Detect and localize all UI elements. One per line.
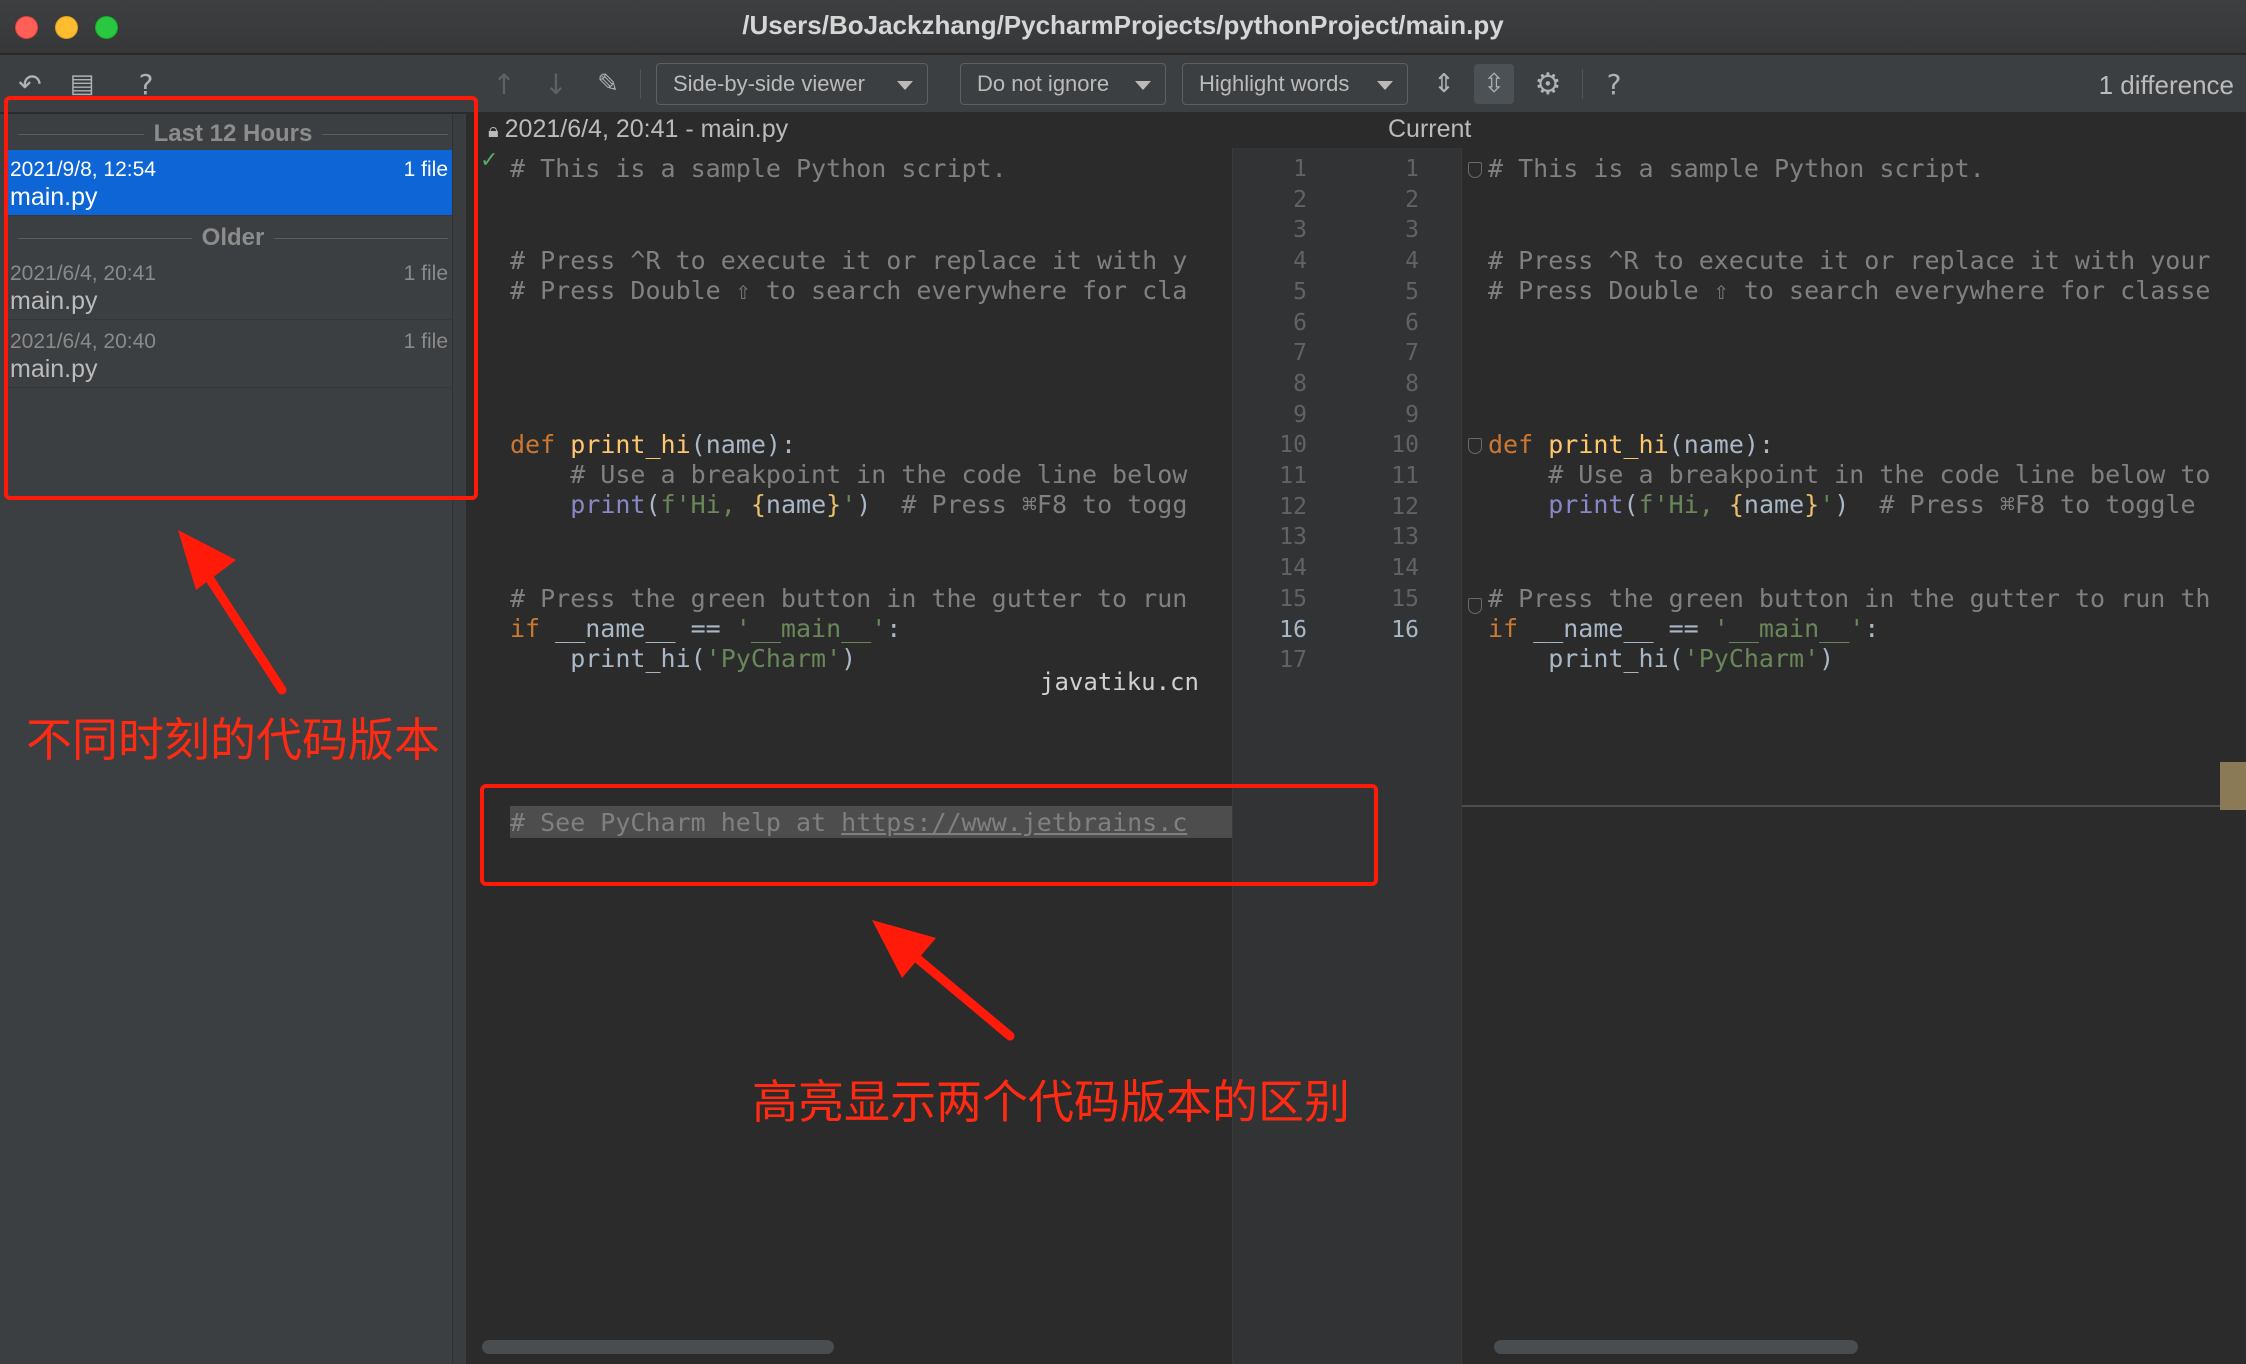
left-line-number: 15: [1279, 585, 1307, 612]
collapse-icon[interactable]: ⇕: [1424, 64, 1464, 104]
left-editor-pane[interactable]: ✓ # This is a sample Python script. # Pr…: [474, 148, 1232, 1364]
next-diff-icon[interactable]: ↓: [536, 64, 576, 104]
chevron-down-icon: [1377, 81, 1393, 90]
right-line-number: 1: [1405, 156, 1419, 182]
left-line-number: 3: [1293, 217, 1307, 244]
inserted-line-marker: [1462, 805, 2246, 807]
code-line-8: # Use a breakpoint in the code line belo…: [1488, 460, 2211, 489]
right-line-number: 7: [1405, 340, 1419, 367]
left-line-number: 5: [1293, 278, 1307, 305]
toolbar-separator: [1582, 69, 1583, 99]
chevron-down-icon: [1135, 81, 1151, 90]
chevron-down-icon: [897, 81, 913, 90]
left-line-number: 12: [1279, 493, 1307, 520]
left-line-number: 6: [1293, 309, 1307, 336]
code-line-12: # Press the green button in the gutter t…: [510, 584, 1188, 613]
diff-annotation-box: [480, 784, 1378, 886]
right-line-number: 9: [1405, 401, 1419, 428]
ignore-mode-label: Do not ignore: [977, 71, 1110, 96]
right-line-number: 6: [1405, 309, 1419, 336]
right-line-number: 16: [1391, 616, 1419, 643]
diff-annotation-text: 高亮显示两个代码版本的区别: [752, 1075, 1350, 1129]
left-line-number: 7: [1293, 340, 1307, 367]
code-line-14: print_hi('PyCharm'): [510, 644, 857, 673]
left-pane-title: 🔒︎ 2021/6/4, 20:41 - main.py: [488, 115, 789, 143]
window-title: /Users/BoJackzhang/PycharmProjects/pytho…: [742, 10, 1504, 40]
sync-scroll-icon[interactable]: ⇳: [1474, 64, 1514, 104]
viewer-mode-dropdown[interactable]: Side-by-side viewer: [656, 63, 928, 105]
right-line-number: 8: [1405, 370, 1419, 397]
highlight-mode-label: Highlight words: [1199, 71, 1350, 96]
left-line-number: 10: [1279, 432, 1307, 459]
right-line-number: 10: [1391, 432, 1419, 459]
right-line-number: 15: [1391, 585, 1419, 612]
left-line-number: 14: [1279, 555, 1307, 582]
left-line-number: 13: [1279, 524, 1307, 551]
highlight-mode-dropdown[interactable]: Highlight words: [1182, 63, 1408, 105]
code-line-12: # Press the green button in the gutter t…: [1488, 584, 2211, 613]
code-line-1: # This is a sample Python script.: [1488, 154, 1985, 183]
lock-icon: 🔒︎: [488, 118, 499, 142]
right-horizontal-scrollbar[interactable]: [1494, 1340, 1858, 1354]
edit-icon[interactable]: ✎: [588, 64, 628, 104]
code-line-14: print_hi('PyCharm'): [1488, 644, 1835, 673]
code-line-9: print(f'Hi, {name}') # Press ⌘F8 to togg…: [1548, 490, 2196, 519]
right-line-number: 2: [1405, 186, 1419, 213]
code-line-3: # Press ^R to execute it or replace it w…: [1488, 246, 2211, 275]
watermark: javatiku.cn: [1040, 668, 1199, 696]
viewer-mode-label: Side-by-side viewer: [673, 71, 865, 96]
left-horizontal-scrollbar[interactable]: [482, 1340, 834, 1354]
code-line-13: if __name__ == '__main__':: [1488, 614, 1880, 643]
left-line-number: 11: [1279, 463, 1307, 489]
fold-marker-icon[interactable]: [1468, 162, 1482, 178]
left-line-number: 17: [1279, 647, 1307, 674]
diff-header: 🔒︎ 2021/6/4, 20:41 - main.py Current: [474, 114, 2246, 147]
code-line-4: # Press Double ⇧ to search everywhere fo…: [1488, 276, 2211, 305]
difference-count: 1 difference: [2098, 70, 2234, 100]
right-line-number: 13: [1391, 524, 1419, 551]
left-line-number: 8: [1293, 370, 1307, 397]
diff-scroll-marker[interactable]: [2220, 762, 2246, 810]
left-line-number: 9: [1293, 401, 1307, 428]
code-line-8: # Use a breakpoint in the code line belo…: [510, 460, 1188, 489]
right-line-number: 4: [1405, 248, 1419, 275]
code-line-3: # Press ^R to execute it or replace it w…: [510, 246, 1188, 275]
left-line-number: 1: [1293, 156, 1307, 182]
right-editor-pane[interactable]: # This is a sample Python script. # Pres…: [1462, 148, 2246, 1364]
code-line-7: def print_hi(name):: [510, 430, 796, 459]
right-line-number: 11: [1391, 463, 1419, 489]
right-line-number: 14: [1391, 555, 1419, 582]
code-line-1: # This is a sample Python script.: [510, 154, 1007, 183]
left-line-number: 4: [1293, 248, 1307, 275]
toolbar-separator: [640, 69, 641, 99]
prev-diff-icon[interactable]: ↑: [484, 64, 524, 104]
ignore-mode-dropdown[interactable]: Do not ignore: [960, 63, 1166, 105]
right-pane-title: Current: [1388, 115, 1472, 143]
left-line-number: 16: [1279, 616, 1307, 643]
check-icon: ✓: [480, 148, 499, 173]
right-line-number: 5: [1405, 278, 1419, 305]
code-line-13: if __name__ == '__main__':: [510, 614, 902, 643]
history-annotation-text: 不同时刻的代码版本: [26, 713, 440, 767]
fold-marker-icon[interactable]: [1468, 598, 1482, 614]
code-line-9: print(f'Hi, {name}') # Press ⌘F8 to togg: [570, 490, 1188, 519]
code-line-7: def print_hi(name):: [1488, 430, 1774, 459]
line-number-gutter: 1 2 3 4 5 6 7 8 9 10 11 12 13 14 15 16 17 1 2 3 4 5 6 7 8 9 10 11 12…: [1232, 148, 1462, 1364]
help-icon[interactable]: ?: [1594, 64, 1634, 104]
history-annotation-box: [4, 96, 478, 500]
fold-marker-icon[interactable]: [1468, 438, 1482, 454]
settings-icon[interactable]: ⚙: [1528, 64, 1568, 104]
left-line-number: 2: [1293, 186, 1307, 213]
code-line-4: # Press Double ⇧ to search everywhere fo…: [510, 276, 1188, 305]
right-line-number: 12: [1391, 493, 1419, 520]
right-line-number: 3: [1405, 217, 1419, 244]
title-bar: /Users/BoJackzhang/PycharmProjects/pytho…: [0, 0, 2246, 54]
